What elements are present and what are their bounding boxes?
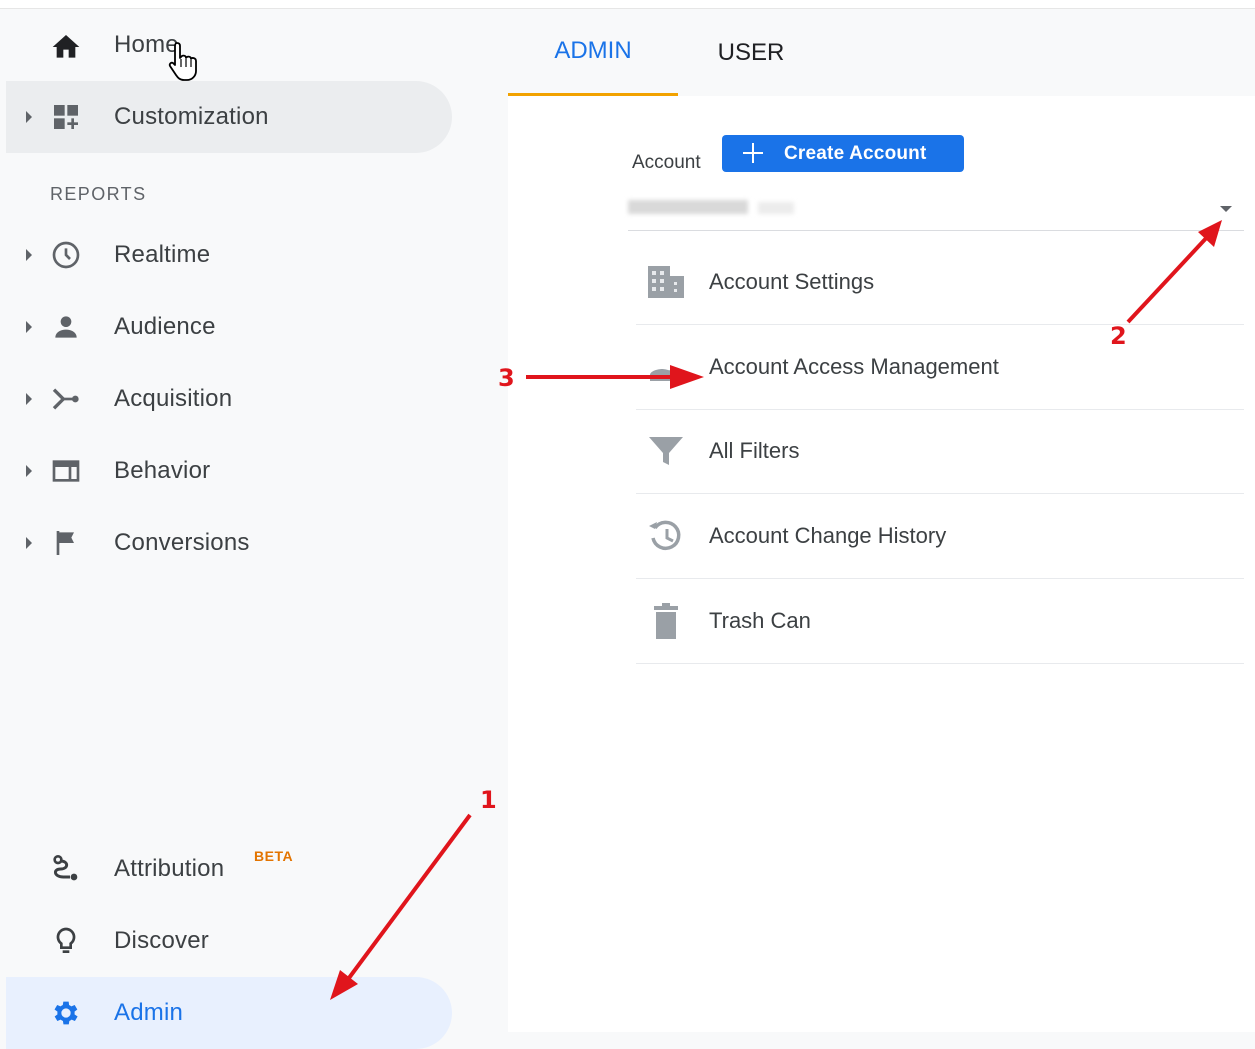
plus-icon <box>743 143 763 163</box>
menu-trash-can[interactable]: Trash Can <box>636 579 1244 664</box>
reports-section-title: REPORTS <box>50 184 147 204</box>
sidebar-item-audience[interactable]: Audience <box>6 291 452 363</box>
people-icon <box>650 369 682 381</box>
menu-item-label: Trash Can <box>709 608 811 633</box>
sidebar-item-conversions[interactable]: Conversions <box>6 507 452 579</box>
hand-cursor-icon <box>168 42 197 81</box>
home-icon <box>52 35 80 58</box>
history-icon <box>649 520 681 551</box>
create-account-label: Create Account <box>784 142 927 164</box>
gear-icon <box>54 1001 78 1025</box>
sidebar-item-label: Discover <box>114 927 209 954</box>
sidebar: Home Customization REPORTS Realtime Audi… <box>0 9 508 1049</box>
sidebar-item-label: Admin <box>114 999 184 1026</box>
annotation-number-3: 3 <box>498 364 515 392</box>
sidebar-item-label: Acquisition <box>114 385 233 412</box>
top-border <box>0 0 1255 9</box>
account-panel: Account Create Account Account Settings … <box>508 96 1255 1032</box>
expand-caret-icon <box>26 537 32 549</box>
menu-item-label: Account Settings <box>709 269 875 294</box>
annotation-number-1: 1 <box>480 786 497 814</box>
sidebar-item-admin[interactable]: Admin <box>6 977 452 1049</box>
sidebar-item-acquisition[interactable]: Acquisition <box>6 363 452 435</box>
tab-user[interactable]: USER <box>696 9 806 96</box>
menu-account-settings[interactable]: Account Settings <box>636 240 1244 325</box>
create-account-button[interactable]: Create Account <box>722 135 964 172</box>
flag-icon <box>56 531 74 555</box>
sidebar-item-label: Behavior <box>114 457 211 484</box>
tab-bar: ADMIN USER <box>508 9 1255 96</box>
redacted-account-name <box>628 200 748 214</box>
account-label: Account <box>632 152 701 173</box>
tab-admin[interactable]: ADMIN <box>508 9 678 96</box>
trash-icon <box>654 603 678 639</box>
person-icon <box>55 316 77 338</box>
sidebar-item-label: Attribution <box>114 855 225 882</box>
menu-item-label: All Filters <box>709 438 800 463</box>
expand-caret-icon <box>26 321 32 333</box>
sidebar-item-label: Conversions <box>114 529 250 556</box>
expand-caret-icon <box>26 465 32 477</box>
sidebar-item-discover[interactable]: Discover <box>6 905 452 977</box>
admin-main: ADMIN USER Account Create Account Accoun… <box>508 9 1255 1041</box>
sidebar-item-customization[interactable]: Customization <box>6 81 452 153</box>
dropdown-arrow-icon[interactable] <box>1220 206 1232 212</box>
attribution-icon <box>53 855 78 881</box>
sidebar-item-behavior[interactable]: Behavior <box>6 435 452 507</box>
account-selector[interactable] <box>628 194 1244 231</box>
sidebar-item-home[interactable]: Home <box>6 9 452 81</box>
menu-account-change-history[interactable]: Account Change History <box>636 494 1244 579</box>
clock-icon <box>52 241 80 269</box>
menu-item-label: Account Change History <box>709 523 947 548</box>
sidebar-item-realtime[interactable]: Realtime <box>6 219 452 291</box>
expand-caret-icon <box>26 249 32 261</box>
sidebar-item-label: Audience <box>114 313 216 340</box>
sidebar-item-label: Realtime <box>114 241 211 268</box>
expand-caret-icon <box>26 111 32 123</box>
dashboard-icon <box>54 105 78 129</box>
building-icon <box>648 266 684 298</box>
sidebar-item-attribution[interactable]: Attribution <box>6 833 452 905</box>
lightbulb-icon <box>56 927 76 953</box>
filter-icon <box>649 437 683 465</box>
expand-caret-icon <box>26 393 32 405</box>
acquisition-icon <box>52 388 79 410</box>
window-icon <box>52 460 80 482</box>
annotation-number-2: 2 <box>1110 322 1127 350</box>
menu-item-label: Account Access Management <box>709 354 999 379</box>
beta-badge: BETA <box>254 848 294 864</box>
redacted-account-name-suffix <box>758 202 794 214</box>
menu-all-filters[interactable]: All Filters <box>636 409 1244 494</box>
menu-account-access-management[interactable]: Account Access Management <box>636 325 1244 410</box>
sidebar-item-label: Customization <box>114 103 269 130</box>
